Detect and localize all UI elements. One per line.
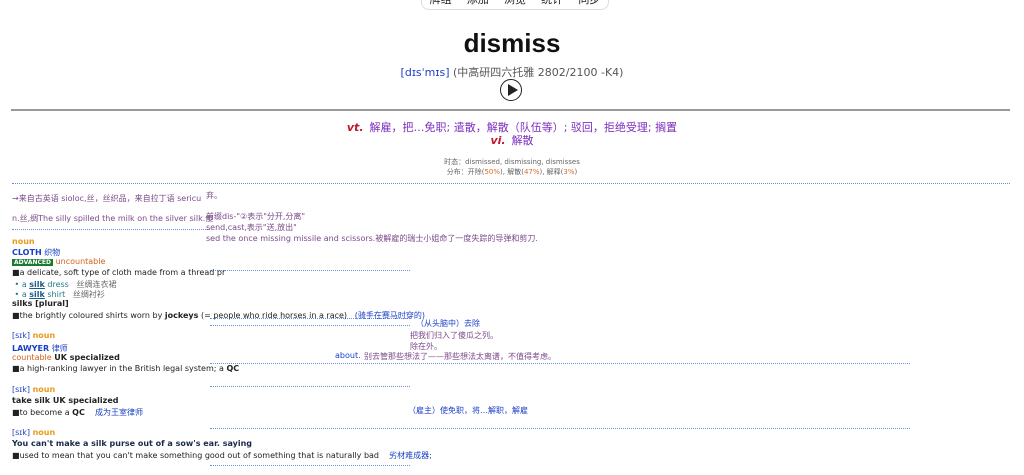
pos-label: noun (32, 385, 56, 394)
example-text: dress (47, 280, 69, 289)
guideword-cn: 律师 (51, 344, 68, 353)
guideword: LAWYER (12, 344, 50, 353)
phonetic-line: [dɪsˈmɪs] (中高研四六托雅 2802/2100 -K4) (0, 64, 1024, 80)
definition-text: to become a (19, 408, 73, 417)
grammar-row: countable UK specialized (12, 353, 120, 362)
grammar-label: countable (12, 353, 52, 362)
separator (210, 428, 910, 429)
example-about: about. (335, 351, 361, 360)
example-cn-1: 把我们归入了傻瓜之列。 (410, 331, 498, 340)
definition-keyword: QC (226, 364, 240, 373)
root-note: send,cast,表示"送,放出" (206, 223, 297, 232)
etymology-text: →来自古英语 sioloc,丝，丝织品，来自拉丁语 sericu (12, 194, 202, 203)
idiom: You can't make a silk purse out of a sow… (12, 439, 220, 448)
definition-text: a delicate, soft type of cloth made from… (19, 268, 226, 277)
phonetic: [sɪk] (12, 385, 31, 394)
definition-keyword: jockeys (164, 311, 199, 320)
dist-text: ), 解散( (500, 168, 524, 176)
separator (210, 363, 910, 364)
plural-form: silks [plural] (12, 299, 69, 308)
separator (210, 465, 410, 466)
definition-cn: 成为王室律师 (94, 408, 143, 417)
grammar-row: ADVANCED uncountable (12, 257, 105, 266)
nav-stats[interactable]: 统计 (541, 0, 563, 7)
example-keyword: silk (29, 280, 45, 289)
silk-example: n.丝,绸The silly spilled the milk on the s… (12, 214, 214, 223)
nav-sync[interactable]: 同步 (578, 0, 600, 7)
example-cn: 丝绸连衣裙 (76, 280, 117, 289)
play-icon (507, 84, 518, 96)
separator (12, 183, 1010, 184)
level-tags: (中高研四六托雅 2802/2100 -K4) (453, 66, 624, 79)
example-text: a (21, 280, 27, 289)
sense-from-head: （从头脑中）去除 (416, 319, 480, 328)
phonetic: [sɪk] (12, 428, 31, 437)
register-label: saying (222, 439, 253, 448)
example-text: shirt (47, 290, 66, 299)
definition-2: ■the brightly coloured shirts worn by jo… (12, 311, 425, 320)
pos-label: noun (32, 331, 56, 340)
dist-value: 50% (484, 168, 501, 176)
tense-forms: 时态：dismissed, dismissing, dismisses (444, 158, 580, 166)
definition-5: ■used to mean that you can't make someth… (12, 451, 432, 460)
separator (210, 270, 410, 271)
region-label: UK specialized (52, 396, 119, 405)
definition-text: (= people who ride horses in a race) (198, 311, 348, 320)
pos-label: noun (32, 428, 56, 437)
definition-4: ■to become a QC 成为王室律师 (12, 408, 143, 417)
dist-text: ), 解释( (539, 168, 564, 176)
idiom-take-silk: take silk UK specialized (12, 396, 118, 405)
grammar-label: uncountable (55, 257, 106, 266)
idiom-silk-purse: You can't make a silk purse out of a sow… (12, 439, 252, 448)
phonetic: [sɪk] (12, 331, 31, 340)
nav-browse[interactable]: 浏览 (504, 0, 526, 7)
example-text: a (21, 290, 27, 299)
prefix-note: 前缀dis-"②表示"分开,分离" (206, 212, 306, 221)
definition-text: used to mean that you can't make somethi… (19, 451, 379, 460)
nav-add[interactable]: 添加 (467, 0, 489, 7)
entry-noun-2: [sɪk] noun (12, 331, 55, 340)
definition-text: the brightly coloured shirts worn by (19, 311, 165, 320)
divider (11, 109, 1010, 111)
play-audio-button[interactable] (500, 79, 522, 101)
phonetic: [dɪsˈmɪs] (400, 66, 450, 79)
region-label: UK specialized (54, 353, 120, 362)
example-cn-3: 别去管那些想法了——那些想法太离谱，不值得考虑。 (364, 352, 556, 361)
top-nav: 牌组 添加 浏览 统计 同步 (421, 0, 609, 10)
etymology-tail: 弃。 (206, 191, 222, 200)
separator (210, 325, 410, 326)
guideword-cn: 织物 (44, 248, 61, 257)
definition-cn: 劣材难成器; (389, 451, 432, 460)
definition-text: 解散 (511, 134, 534, 147)
mnemonic-example: sed the once missing missile and scissor… (206, 234, 538, 243)
dist-text: 分布：开除( (446, 168, 485, 176)
entry-noun-1: noun (12, 237, 35, 246)
dist-text: ) (574, 168, 578, 176)
dist-value: 3% (563, 168, 575, 176)
definition-1: ■a delicate, soft type of cloth made fro… (12, 268, 226, 277)
sense-dismiss-employee: （雇主）使免职，将…解职，解雇 (408, 406, 528, 415)
dist-value: 47% (523, 168, 540, 176)
pos-label: vi. (490, 134, 506, 147)
entry-noun-3: [sɪk] noun (12, 385, 55, 394)
sense-distribution: 分布：开除(50%), 解散(47%), 解释(3%) (0, 167, 1024, 177)
example-cn: 丝绸衬衫 (72, 290, 105, 299)
definition-3: ■a high-ranking lawyer in the British le… (12, 364, 240, 373)
headword: dismiss (463, 28, 561, 58)
definition-cn: (骑手在赛马时穿的) (354, 311, 425, 320)
idiom: take silk (12, 396, 51, 405)
definition-vi: vi. 解散 (0, 132, 1024, 148)
pos-label: noun (12, 237, 35, 246)
definition-keyword: QC (72, 408, 85, 417)
definition-text: a high-ranking lawyer in the British leg… (19, 364, 227, 373)
guideword: CLOTH (12, 248, 42, 257)
separator (12, 229, 210, 230)
entry-noun-4: [sɪk] noun (12, 428, 55, 437)
level-badge: ADVANCED (12, 259, 54, 266)
separator (210, 386, 410, 387)
nav-decks[interactable]: 牌组 (430, 0, 452, 7)
example-keyword: silk (29, 290, 45, 299)
